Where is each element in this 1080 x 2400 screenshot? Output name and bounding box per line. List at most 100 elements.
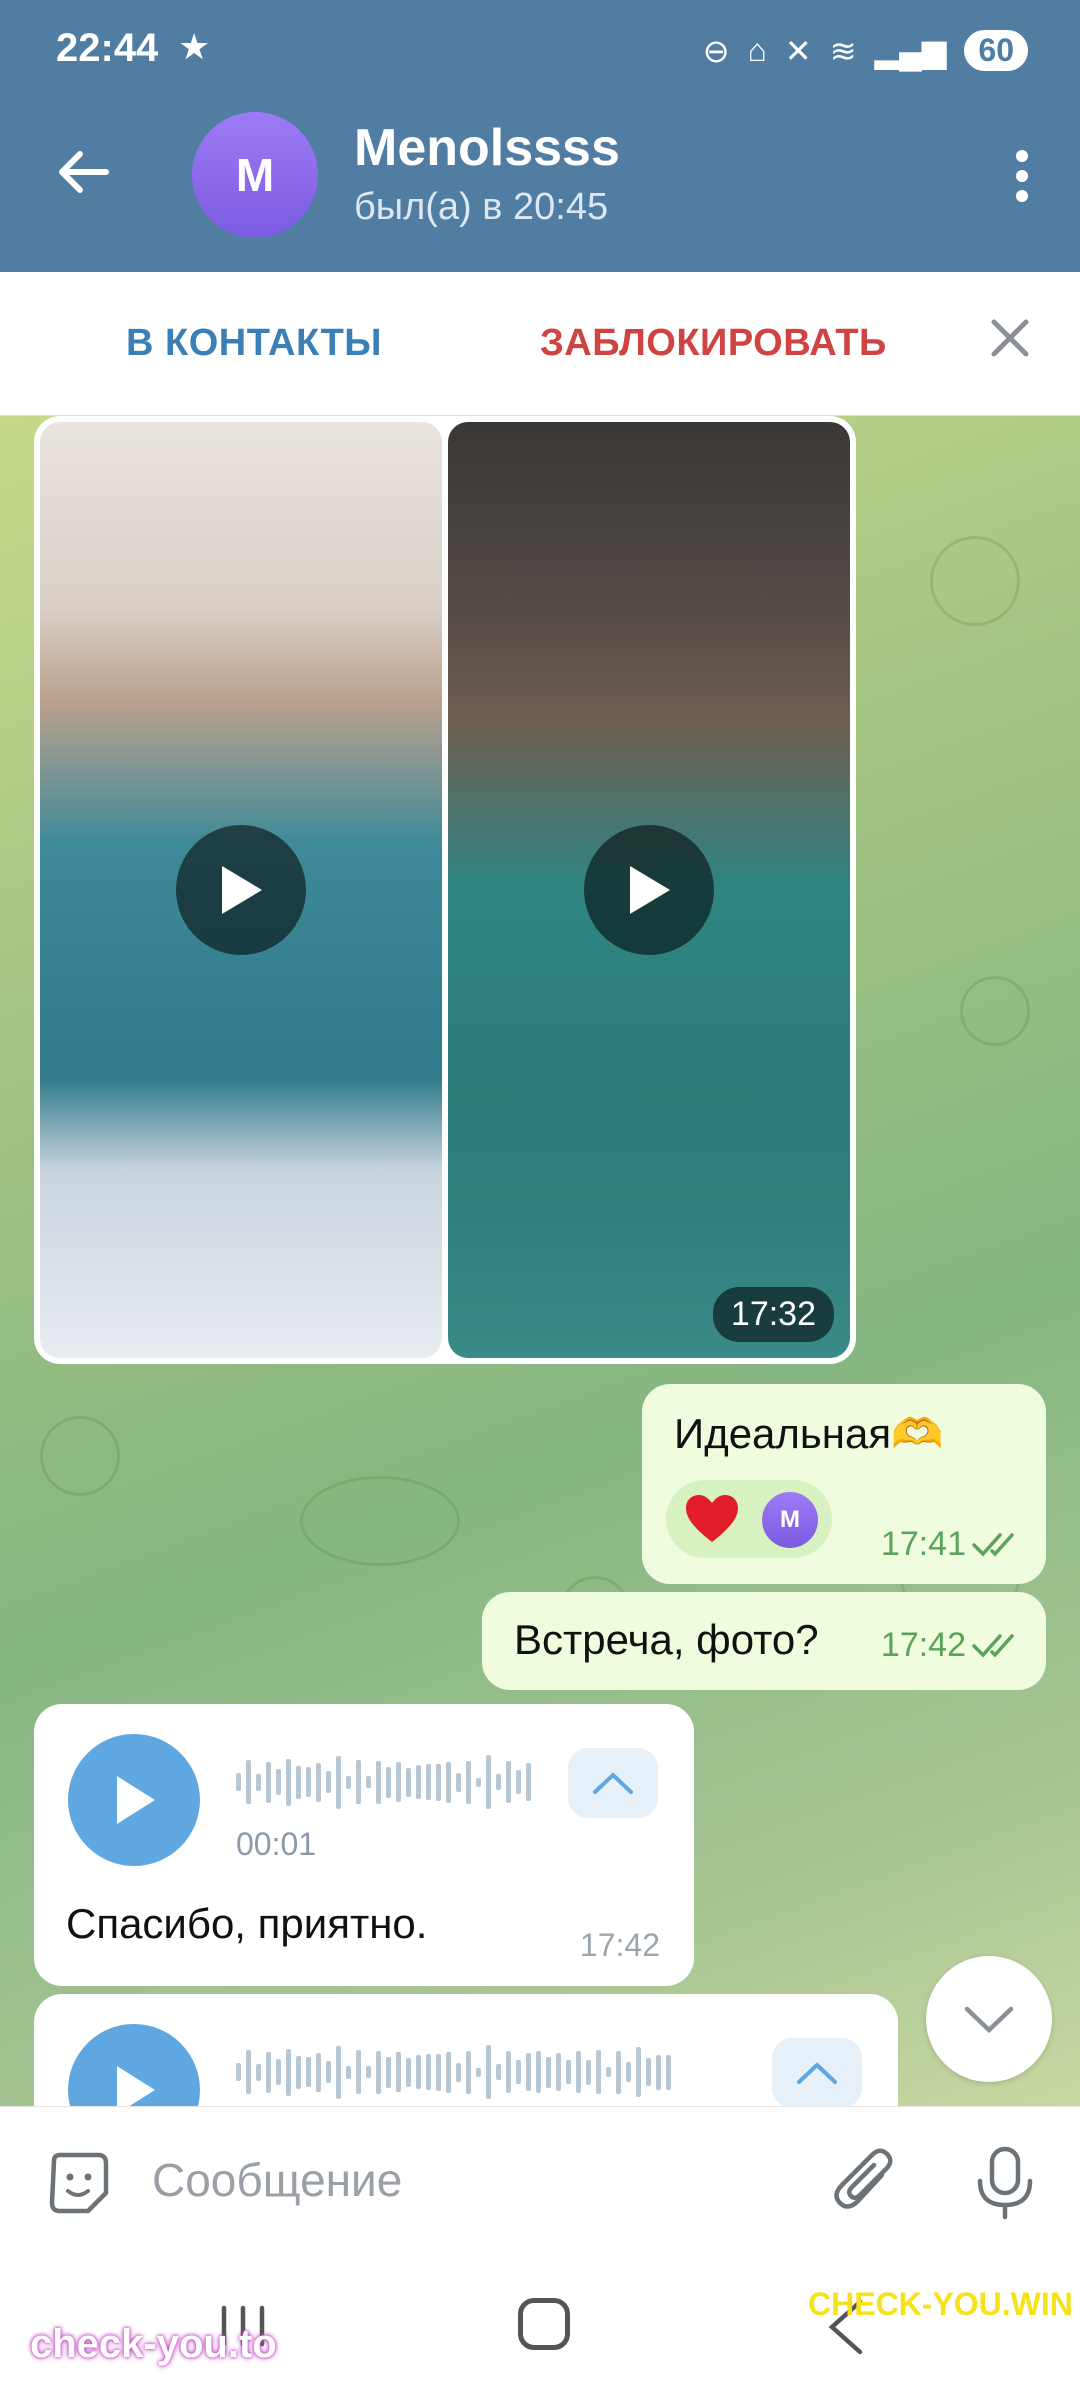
waveform-bar	[446, 1761, 451, 1803]
waveform-bar	[486, 1755, 491, 1809]
waveform-bar	[576, 2051, 581, 2093]
double-check-icon	[972, 1633, 1014, 1658]
waveform-bar	[486, 2045, 491, 2099]
waveform-bar	[336, 2045, 341, 2099]
waveform-bar	[366, 1776, 371, 1788]
play-icon	[222, 866, 262, 914]
waveform-bar	[466, 1760, 471, 1804]
play-button[interactable]	[176, 825, 306, 955]
doodle-pattern	[960, 976, 1030, 1046]
chat-header: 22:44 ★ ⊖ ⌂ ✕ ≋ ▂▄▆ 60 M Menolssss был(а…	[0, 0, 1080, 272]
waveform-bar	[256, 1773, 261, 1791]
waveform-bar	[516, 1770, 521, 1794]
attach-icon[interactable]	[830, 2145, 900, 2221]
waveform-bar	[466, 2050, 471, 2094]
waveform-bar	[396, 2052, 401, 2092]
outgoing-message[interactable]: Встреча, фото? 17:42	[482, 1592, 1046, 1690]
waveform-bar	[346, 1775, 351, 1789]
waveform-bar	[376, 1760, 381, 1804]
waveform-bar	[556, 2053, 561, 2091]
message-text: Спасибо, приятно.	[66, 1900, 428, 1947]
waveform-bar	[316, 2052, 321, 2092]
video-thumbnail[interactable]: 17:32	[448, 422, 850, 1358]
waveform-bar	[536, 2051, 541, 2093]
message-text: Встреча, фото?	[514, 1616, 819, 1663]
add-contact-button[interactable]: В КОНТАКТЫ	[126, 322, 382, 365]
waveform-bar	[626, 2062, 631, 2082]
video-album[interactable]: 17:32	[34, 416, 856, 1364]
waveform-bar	[356, 2050, 361, 2094]
waveform-bar	[566, 2060, 571, 2084]
chevron-up-icon	[797, 2062, 837, 2084]
waveform-bar	[406, 2057, 411, 2087]
doodle-pattern	[40, 1416, 120, 1496]
waveform-bar	[346, 2065, 351, 2079]
voice-waveform[interactable]	[236, 2042, 671, 2102]
waveform-bar	[586, 2059, 591, 2085]
waveform-bar	[456, 2062, 461, 2082]
chevron-down-icon	[964, 2006, 1014, 2034]
message-time: 17:42	[579, 1927, 660, 1963]
last-seen-status: был(а) в 20:45	[354, 186, 609, 228]
message-text: Идеальная🫶	[674, 1410, 944, 1457]
sticker-icon[interactable]	[44, 2149, 114, 2219]
video-duration: 17:32	[712, 1287, 834, 1342]
close-icon[interactable]	[980, 308, 1040, 368]
dnd-icon: ⊖	[702, 32, 730, 69]
contact-action-bar: В КОНТАКТЫ ЗАБЛОКИРОВАТЬ	[0, 272, 1080, 416]
transcribe-button[interactable]	[568, 1748, 658, 1818]
waveform-bar	[376, 2050, 381, 2094]
play-button[interactable]	[584, 825, 714, 955]
play-icon	[117, 1776, 155, 1824]
waveform-bar	[546, 2056, 551, 2088]
status-icons: ⊖ ⌂ ✕ ≋ ▂▄▆ 60	[703, 30, 1028, 71]
waveform-bar	[526, 1763, 531, 1801]
waveform-bar	[436, 1763, 441, 1801]
message-input[interactable]: Сообщение	[152, 2153, 402, 2207]
heart-icon	[686, 1495, 738, 1542]
transcribe-button[interactable]	[772, 2038, 862, 2108]
play-icon	[630, 866, 670, 914]
waveform-bar	[646, 2058, 651, 2086]
scroll-down-button[interactable]	[926, 1956, 1052, 2082]
waveform-bar	[236, 1773, 241, 1791]
battery-icon: 60	[964, 30, 1028, 71]
home-button[interactable]	[518, 2298, 570, 2350]
reaction-chip[interactable]: M	[666, 1480, 832, 1558]
back-arrow-icon[interactable]	[52, 140, 116, 204]
waveform-bar	[386, 2056, 391, 2088]
voice-message[interactable]: 00:01 Спасибо, приятно. 17:42	[34, 1704, 694, 1986]
chat-title[interactable]: Menolssss	[354, 118, 620, 178]
waveform-bar	[296, 1765, 301, 1799]
sleep-icon: ⌂	[747, 32, 767, 68]
waveform-bar	[306, 2057, 311, 2087]
block-user-button[interactable]: ЗАБЛОКИРОВАТЬ	[540, 322, 887, 365]
outgoing-message[interactable]: Идеальная🫶 M 17:41	[642, 1384, 1046, 1584]
waveform-bar	[236, 2063, 241, 2081]
waveform-bar	[326, 1771, 331, 1793]
waveform-bar	[516, 2060, 521, 2084]
waveform-bar	[256, 2063, 261, 2081]
voice-duration: 00:01	[236, 1826, 317, 1862]
voice-waveform[interactable]	[236, 1752, 531, 1812]
battery-level: 60	[978, 32, 1014, 68]
microphone-icon[interactable]	[972, 2145, 1038, 2221]
message-meta: 17:42	[881, 1626, 1022, 1665]
waveform-bar	[476, 2067, 481, 2077]
waveform-bar	[386, 1766, 391, 1798]
waveform-bar	[276, 2059, 281, 2085]
video-thumbnail[interactable]	[40, 422, 442, 1358]
waveform-bar	[426, 1764, 431, 1800]
waveform-bar	[406, 1767, 411, 1797]
waveform-bar	[416, 1765, 421, 1799]
status-time: 22:44	[56, 26, 159, 70]
voice-play-button[interactable]	[68, 1734, 200, 1866]
waveform-bar	[326, 2061, 331, 2083]
avatar[interactable]: M	[192, 112, 318, 238]
more-menu-icon[interactable]	[1012, 148, 1032, 204]
waveform-bar	[496, 2064, 501, 2080]
wifi-icon: ≋	[829, 32, 857, 69]
waveform-bar	[306, 1767, 311, 1797]
waveform-bar	[366, 2066, 371, 2078]
doodle-pattern	[300, 1476, 460, 1566]
